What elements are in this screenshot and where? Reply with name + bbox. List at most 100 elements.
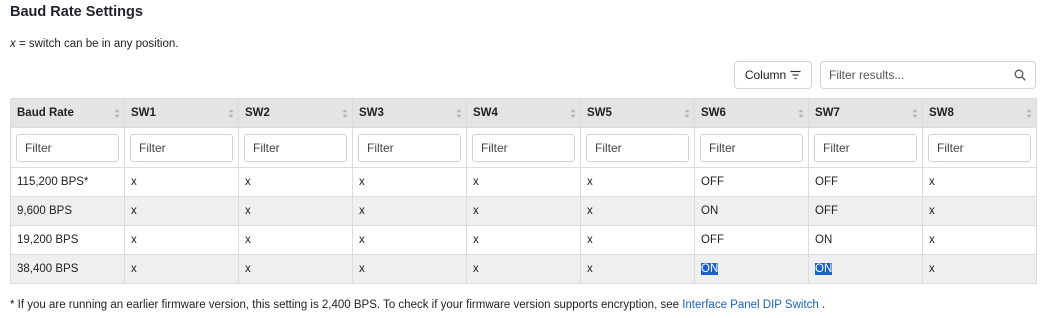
column-header-sw1[interactable]: SW1	[124, 98, 239, 128]
table-cell: x	[238, 167, 353, 197]
cell-value: 38,400 BPS	[17, 263, 79, 275]
cell-value: x	[473, 263, 479, 275]
table-cell: ON	[808, 254, 923, 284]
table-cell: x	[238, 225, 353, 255]
cell-value: x	[131, 234, 137, 246]
baud-rate-table: Baud Rate SW1 SW2 SW3 SW4 SW5 SW6 SW7 SW8 115,20…	[10, 98, 1037, 284]
table-cell: OFF	[808, 167, 923, 197]
table-cell: x	[124, 254, 239, 284]
table-cell: x	[466, 225, 581, 255]
cell-value: OFF	[815, 176, 838, 188]
filter-input-baud-rate[interactable]	[16, 133, 119, 162]
filter-input-sw8[interactable]	[928, 133, 1031, 162]
table-cell: 19,200 BPS	[10, 225, 125, 255]
column-header-baud-rate[interactable]: Baud Rate	[10, 98, 125, 128]
table-row: 115,200 BPS* x x x x x OFF OFF x	[10, 167, 1037, 197]
filter-row	[10, 127, 1037, 168]
sort-icon[interactable]	[456, 108, 462, 119]
cell-value: x	[245, 234, 251, 246]
column-header-sw5[interactable]: SW5	[580, 98, 695, 128]
table-cell: ON	[694, 254, 809, 284]
column-header-label: Baud Rate	[17, 107, 74, 119]
sort-icon[interactable]	[228, 108, 234, 119]
filter-input-sw5[interactable]	[586, 133, 689, 162]
cell-value: x	[131, 263, 137, 275]
column-button[interactable]: Column	[734, 61, 812, 89]
filter-cell	[580, 127, 695, 168]
search-input[interactable]	[821, 62, 1001, 88]
filter-input-sw4[interactable]	[472, 133, 575, 162]
cell-value: x	[131, 176, 137, 188]
footnote-text: * If you are running an earlier firmware…	[10, 299, 683, 311]
cell-value: x	[359, 234, 365, 246]
table-cell: x	[466, 254, 581, 284]
filter-input-sw7[interactable]	[814, 133, 917, 162]
cell-value: x	[359, 205, 365, 217]
sort-icon[interactable]	[114, 108, 120, 119]
table-cell: x	[922, 196, 1037, 226]
column-header-label: SW4	[473, 107, 498, 119]
table-cell: x	[922, 225, 1037, 255]
table-cell: x	[580, 196, 695, 226]
column-header-sw6[interactable]: SW6	[694, 98, 809, 128]
filter-cell	[10, 127, 125, 168]
sort-icon[interactable]	[798, 108, 804, 119]
table-cell: OFF	[808, 196, 923, 226]
cell-value: x	[473, 176, 479, 188]
table-cell: x	[238, 254, 353, 284]
table-cell: ON	[694, 196, 809, 226]
column-header-sw2[interactable]: SW2	[238, 98, 353, 128]
sort-icon[interactable]	[912, 108, 918, 119]
column-header-label: SW1	[131, 107, 156, 119]
cell-value: x	[587, 205, 593, 217]
header-row: Baud Rate SW1 SW2 SW3 SW4 SW5 SW6 SW7 SW8	[10, 98, 1037, 128]
page-title: Baud Rate Settings	[10, 4, 143, 20]
filter-cell	[922, 127, 1037, 168]
column-header-label: SW2	[245, 107, 270, 119]
column-header-label: SW3	[359, 107, 384, 119]
sort-icon[interactable]	[342, 108, 348, 119]
interface-panel-dip-switch-link[interactable]: Interface Panel DIP Switch	[682, 299, 819, 311]
table-cell: x	[124, 196, 239, 226]
filter-cell	[466, 127, 581, 168]
column-header-sw4[interactable]: SW4	[466, 98, 581, 128]
cell-value: x	[929, 263, 935, 275]
legend-text: = switch can be in any position.	[15, 38, 179, 50]
table-cell: 38,400 BPS	[10, 254, 125, 284]
cell-value: x	[245, 176, 251, 188]
table-cell: x	[580, 225, 695, 255]
cell-value: x	[473, 234, 479, 246]
column-header-sw3[interactable]: SW3	[352, 98, 467, 128]
column-header-sw7[interactable]: SW7	[808, 98, 923, 128]
column-header-sw8[interactable]: SW8	[922, 98, 1037, 128]
filter-input-sw6[interactable]	[700, 133, 803, 162]
filter-cell	[808, 127, 923, 168]
column-header-label: SW5	[587, 107, 612, 119]
table-body: 115,200 BPS* x x x x x OFF OFF x 9,600 BPS x x x x x ON…	[10, 167, 1037, 284]
cell-value: OFF	[701, 176, 724, 188]
filter-input-sw3[interactable]	[358, 133, 461, 162]
table-row: 9,600 BPS x x x x x ON OFF x	[10, 196, 1037, 226]
table-cell: x	[352, 225, 467, 255]
cell-value: x	[245, 263, 251, 275]
filter-input-sw1[interactable]	[130, 133, 233, 162]
filter-input-sw2[interactable]	[244, 133, 347, 162]
cell-value: x	[359, 176, 365, 188]
table-cell: OFF	[694, 225, 809, 255]
selected-text: ON	[815, 263, 833, 275]
table-cell: x	[466, 196, 581, 226]
cell-value: OFF	[701, 234, 724, 246]
table-cell: x	[352, 254, 467, 284]
cell-value: x	[587, 263, 593, 275]
footnote-after: .	[818, 299, 826, 311]
cell-value: ON	[815, 234, 833, 246]
column-header-label: SW7	[815, 107, 840, 119]
cell-value: x	[131, 205, 137, 217]
sort-icon[interactable]	[684, 108, 690, 119]
sort-icon[interactable]	[1026, 108, 1032, 119]
column-header-label: SW8	[929, 107, 954, 119]
table-cell: x	[580, 167, 695, 197]
filter-cell	[238, 127, 353, 168]
sort-icon[interactable]	[570, 108, 576, 119]
selected-text: ON	[701, 263, 719, 275]
